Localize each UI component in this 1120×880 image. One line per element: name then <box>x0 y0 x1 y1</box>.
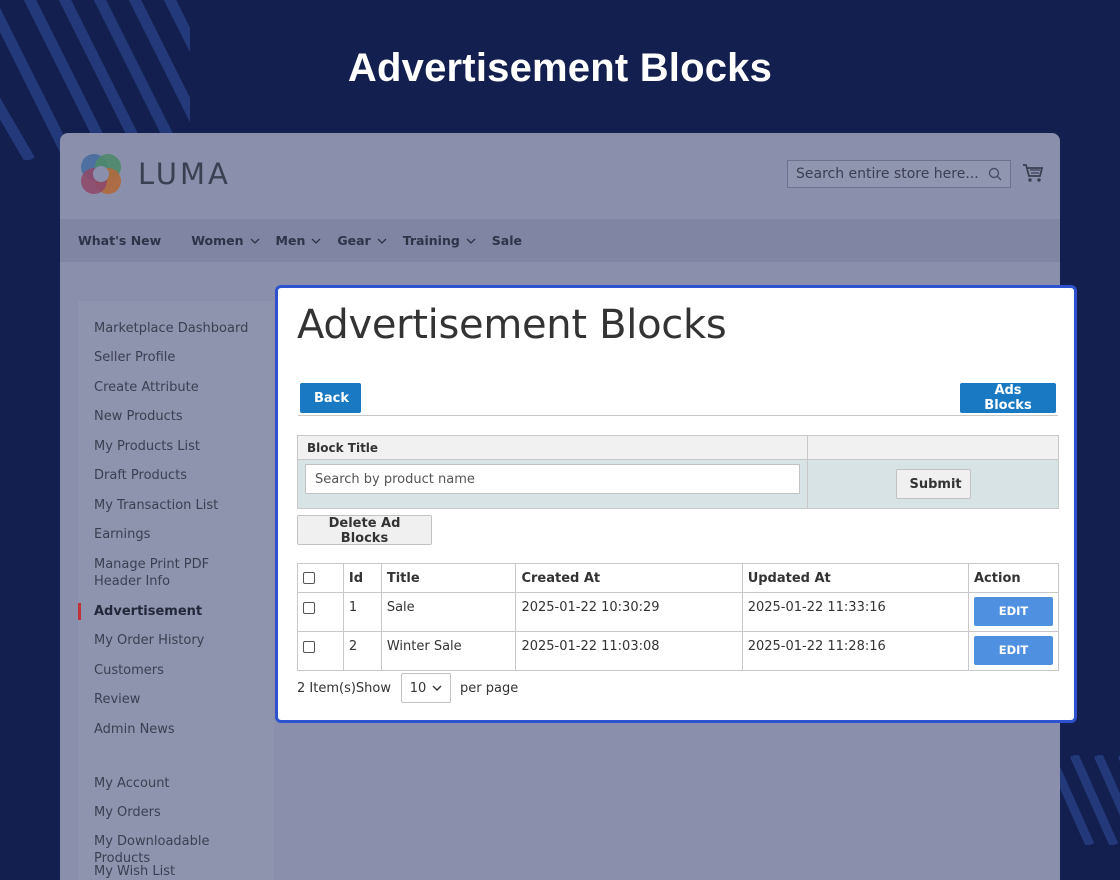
per-page-suffix: per page <box>460 680 519 696</box>
chevron-down-icon <box>377 238 387 244</box>
chevron-down-icon <box>432 685 442 691</box>
column-action: Action <box>968 563 1059 593</box>
cell-id: 1 <box>342 592 382 632</box>
nav-item-whats-new[interactable]: What's New <box>78 233 161 248</box>
panel-title: Advertisement Blocks <box>297 302 727 348</box>
filter-column-block-title: Block Title <box>298 436 808 459</box>
sidebar-item-customers[interactable]: Customers <box>78 662 274 679</box>
logo-text: LUMA <box>138 157 231 191</box>
cell-title: Winter Sale <box>380 631 517 671</box>
block-title-search-input[interactable] <box>305 464 800 494</box>
account-sidebar: Marketplace Dashboard Seller Profile Cre… <box>78 301 274 880</box>
per-page-select[interactable]: 10 <box>401 673 451 703</box>
cell-title: Sale <box>380 592 517 632</box>
cell-action: EDIT <box>968 592 1059 632</box>
sidebar-item-earnings[interactable]: Earnings <box>78 526 274 543</box>
table-row: 2 Winter Sale 2025-01-22 11:03:08 2025-0… <box>297 631 1059 671</box>
select-all-checkbox[interactable] <box>303 572 315 584</box>
chevron-down-icon <box>311 238 321 244</box>
row-checkbox[interactable] <box>303 601 315 614</box>
item-count-text: 2 Item(s)Show <box>297 680 391 696</box>
submit-button[interactable]: Submit <box>895 469 971 499</box>
chevron-down-icon <box>466 238 476 244</box>
decorative-stripes-bottom <box>1050 755 1120 845</box>
cell-created-at: 2025-01-22 10:30:29 <box>515 592 743 632</box>
column-title[interactable]: Title <box>380 563 517 593</box>
row-select-cell <box>297 631 344 671</box>
nav-label: Men <box>275 233 306 248</box>
table-row: 1 Sale 2025-01-22 10:30:29 2025-01-22 11… <box>297 592 1059 632</box>
nav-label: Gear <box>337 233 371 248</box>
nav-item-gear[interactable]: Gear <box>337 233 387 248</box>
sidebar-item-draft-products[interactable]: Draft Products <box>78 467 274 484</box>
nav-item-sale[interactable]: Sale <box>492 233 522 248</box>
edit-button[interactable]: EDIT <box>974 596 1053 626</box>
sidebar-item-my-products-list[interactable]: My Products List <box>78 438 274 455</box>
store-logo[interactable]: LUMA <box>78 151 231 197</box>
sidebar-item-admin-news[interactable]: Admin News <box>78 721 274 738</box>
ad-blocks-table: Id Title Created At Updated At Action 1 … <box>297 563 1059 671</box>
cell-updated-at: 2025-01-22 11:28:16 <box>741 631 970 671</box>
sidebar-item-my-account[interactable]: My Account <box>78 775 274 792</box>
page-heading: Advertisement Blocks <box>347 46 773 90</box>
sidebar-item-new-products[interactable]: New Products <box>78 408 274 425</box>
cell-updated-at: 2025-01-22 11:33:16 <box>741 592 970 632</box>
sidebar-item-my-transaction-list[interactable]: My Transaction List <box>78 497 274 514</box>
nav-item-women[interactable]: Women <box>191 233 260 248</box>
nav-label: Training <box>402 233 460 248</box>
filter-header: Block Title <box>298 436 1058 460</box>
row-select-cell <box>297 592 344 632</box>
sidebar-item-manage-print-pdf[interactable]: Manage Print PDF Header Info <box>78 556 274 590</box>
delete-ad-blocks-button[interactable]: Delete Ad Blocks <box>297 515 432 546</box>
sidebar-item-review[interactable]: Review <box>78 691 274 708</box>
row-checkbox[interactable] <box>303 640 315 653</box>
sidebar-item-my-wish-list[interactable]: My Wish List <box>78 863 274 880</box>
store-search-input[interactable] <box>796 166 988 182</box>
chevron-down-icon <box>250 238 260 244</box>
sidebar-item-my-orders[interactable]: My Orders <box>78 804 274 821</box>
nav-item-men[interactable]: Men <box>276 233 322 248</box>
ads-blocks-button[interactable]: Ads Blocks <box>960 383 1056 413</box>
select-all-cell <box>297 563 344 593</box>
sidebar-item-seller-profile[interactable]: Seller Profile <box>78 349 274 366</box>
nav-label: What's New <box>78 233 162 248</box>
store-nav: What's New Women Men Gear Training Sale <box>60 219 1060 262</box>
nav-item-training[interactable]: Training <box>403 233 476 248</box>
back-button[interactable]: Back <box>300 383 361 413</box>
nav-label: Women <box>191 233 244 248</box>
sidebar-item-advertisement[interactable]: Advertisement <box>78 603 274 620</box>
advertisement-blocks-panel: Advertisement Blocks Back Ads Blocks Blo… <box>275 285 1077 723</box>
edit-button[interactable]: EDIT <box>974 635 1053 665</box>
search-icon[interactable] <box>988 167 1002 181</box>
filter-table: Block Title Submit <box>297 435 1059 509</box>
cart-icon[interactable] <box>1022 163 1044 183</box>
sidebar-item-my-order-history[interactable]: My Order History <box>78 632 274 649</box>
column-updated-at[interactable]: Updated At <box>741 563 970 593</box>
per-page-value: 10 <box>409 680 427 696</box>
filter-body: Submit <box>298 460 1058 508</box>
pager: 2 Item(s)Show 10 per page <box>297 673 518 703</box>
column-created-at[interactable]: Created At <box>515 563 743 593</box>
luma-logo-icon <box>81 154 121 194</box>
cell-created-at: 2025-01-22 11:03:08 <box>515 631 743 671</box>
cell-action: EDIT <box>968 631 1059 671</box>
sidebar-item-create-attribute[interactable]: Create Attribute <box>78 379 274 396</box>
store-header: LUMA <box>60 133 1060 219</box>
sidebar-item-marketplace-dashboard[interactable]: Marketplace Dashboard <box>78 320 274 337</box>
nav-label: Sale <box>491 233 522 248</box>
sidebar-item-my-downloadable-products[interactable]: My Downloadable Products <box>78 833 274 867</box>
cell-id: 2 <box>342 631 382 671</box>
store-search-box[interactable] <box>787 160 1011 188</box>
table-header-row: Id Title Created At Updated At Action <box>297 563 1059 593</box>
column-id[interactable]: Id <box>342 563 382 593</box>
divider <box>298 415 1058 416</box>
